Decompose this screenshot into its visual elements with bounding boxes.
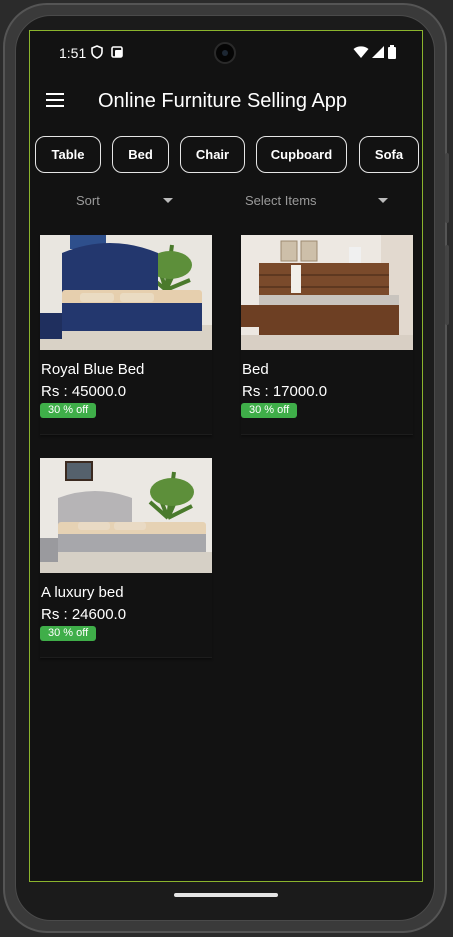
product-name: A luxury bed xyxy=(41,584,124,601)
app-screen: 1:51 Online Furniture Selling App Table … xyxy=(29,30,423,882)
power-button xyxy=(445,245,449,325)
product-image xyxy=(40,235,212,350)
product-card[interactable]: Royal Blue Bed Rs : 45000.0 30 % off xyxy=(40,235,212,435)
status-time: 1:51 xyxy=(59,45,87,61)
product-name: Bed xyxy=(242,361,269,378)
home-indicator[interactable] xyxy=(174,893,278,897)
category-chip-sofa[interactable]: Sofa xyxy=(359,136,419,173)
discount-badge: 30 % off xyxy=(40,403,97,418)
discount-badge: 30 % off xyxy=(40,626,97,641)
product-price: Rs : 24600.0 xyxy=(41,606,127,623)
shield-icon xyxy=(91,45,103,59)
product-card[interactable]: A luxury bed Rs : 24600.0 30 % off xyxy=(40,458,212,658)
category-chip-cupboard[interactable]: Cupboard xyxy=(256,136,347,173)
product-photo xyxy=(241,235,413,350)
select-items-dropdown[interactable]: Select Items xyxy=(245,190,392,212)
app-title: Online Furniture Selling App xyxy=(98,90,348,112)
product-image xyxy=(241,235,413,350)
product-photo xyxy=(40,458,212,573)
screenshot-icon xyxy=(111,46,123,58)
menu-icon[interactable] xyxy=(46,93,66,109)
sort-label: Sort xyxy=(76,193,100,208)
discount-badge: 30 % off xyxy=(241,403,298,418)
product-image xyxy=(40,458,212,573)
category-chip-chair[interactable]: Chair xyxy=(180,136,245,173)
battery-icon xyxy=(388,45,396,59)
product-card[interactable]: Bed Rs : 17000.0 30 % off xyxy=(241,235,413,435)
app-bar: Online Furniture Selling App xyxy=(30,75,422,131)
chevron-down-icon xyxy=(378,198,388,203)
signal-icon xyxy=(372,46,384,58)
wifi-icon xyxy=(353,46,369,58)
product-price: Rs : 17000.0 xyxy=(242,383,328,400)
sort-dropdown[interactable]: Sort xyxy=(76,190,176,212)
chevron-down-icon xyxy=(163,198,173,203)
product-price: Rs : 45000.0 xyxy=(41,383,127,400)
volume-button xyxy=(445,153,449,223)
status-bar: 1:51 xyxy=(30,31,422,75)
select-items-label: Select Items xyxy=(245,193,317,208)
front-camera xyxy=(214,42,236,64)
product-photo xyxy=(40,235,212,350)
category-chip-table[interactable]: Table xyxy=(35,136,101,173)
category-chip-bed[interactable]: Bed xyxy=(112,136,169,173)
product-name: Royal Blue Bed xyxy=(41,361,145,378)
